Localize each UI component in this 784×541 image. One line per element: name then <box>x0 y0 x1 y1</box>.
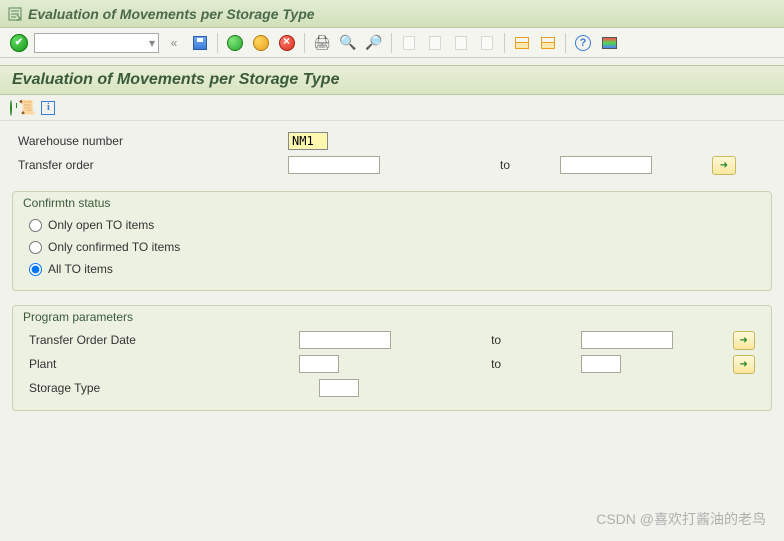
radio-row-all[interactable]: All TO items <box>29 258 755 280</box>
print-button[interactable]: 🖨 <box>311 32 333 54</box>
first-page-button[interactable] <box>398 32 420 54</box>
last-page-button[interactable] <box>476 32 498 54</box>
warehouse-number-input[interactable] <box>288 132 328 150</box>
transfer-order-date-from-input[interactable] <box>299 331 391 349</box>
radio-confirmed[interactable] <box>29 241 42 254</box>
radio-open-label: Only open TO items <box>48 218 154 232</box>
confirm-status-legend: Confirmtn status <box>13 192 771 212</box>
new-session-button[interactable] <box>511 32 533 54</box>
program-parameters-legend: Program parameters <box>13 306 771 326</box>
customize-button[interactable] <box>598 32 620 54</box>
plant-to-input[interactable] <box>581 355 621 373</box>
to-label: to <box>491 333 580 347</box>
menu-icon[interactable] <box>8 7 22 21</box>
to-label: to <box>491 357 580 371</box>
transfer-order-to-input[interactable] <box>560 156 652 174</box>
enter-button[interactable] <box>8 32 30 54</box>
confirm-status-group: Confirmtn status Only open TO items Only… <box>12 191 772 291</box>
window-title-bar: Evaluation of Movements per Storage Type <box>0 0 784 28</box>
to-label: to <box>500 158 560 172</box>
info-button[interactable]: i <box>41 101 55 115</box>
program-parameters-group: Program parameters Transfer Order Date t… <box>12 305 772 411</box>
radio-row-confirmed[interactable]: Only confirmed TO items <box>29 236 755 258</box>
plant-row: Plant to <box>29 352 755 376</box>
radio-all-label: All TO items <box>48 262 113 276</box>
radio-open[interactable] <box>29 219 42 232</box>
transfer-order-multiselect-button[interactable] <box>712 156 736 175</box>
transfer-order-date-multiselect-button[interactable] <box>733 331 755 350</box>
radio-all[interactable] <box>29 263 42 276</box>
warehouse-number-label: Warehouse number <box>18 134 288 148</box>
transfer-order-date-row: Transfer Order Date to <box>29 328 755 352</box>
radio-confirmed-label: Only confirmed TO items <box>48 240 180 254</box>
command-field[interactable]: ▾ <box>34 33 159 53</box>
selection-screen: Warehouse number Transfer order to Confi… <box>0 121 784 411</box>
screen-title: Evaluation of Movements per Storage Type <box>12 71 339 89</box>
layout-button[interactable] <box>537 32 559 54</box>
screen-header: Evaluation of Movements per Storage Type <box>0 65 784 95</box>
exit-button[interactable] <box>250 32 272 54</box>
get-variant-button[interactable]: 📜 <box>18 99 35 116</box>
application-toolbar: 📜 i <box>0 95 784 121</box>
next-page-button[interactable] <box>450 32 472 54</box>
history-back-icon[interactable]: « <box>163 32 185 54</box>
plant-label: Plant <box>29 357 299 371</box>
transfer-order-date-label: Transfer Order Date <box>29 333 299 347</box>
radio-row-open[interactable]: Only open TO items <box>29 214 755 236</box>
transfer-order-from-input[interactable] <box>288 156 380 174</box>
execute-button[interactable] <box>10 101 12 115</box>
cancel-button[interactable] <box>276 32 298 54</box>
storage-type-input[interactable] <box>319 379 359 397</box>
plant-multiselect-button[interactable] <box>733 355 755 374</box>
warehouse-number-row: Warehouse number <box>12 129 772 153</box>
storage-type-label: Storage Type <box>29 381 319 395</box>
prev-page-button[interactable] <box>424 32 446 54</box>
plant-from-input[interactable] <box>299 355 339 373</box>
save-button[interactable] <box>189 32 211 54</box>
window-title: Evaluation of Movements per Storage Type <box>28 6 315 22</box>
transfer-order-label: Transfer order <box>18 158 288 172</box>
back-button[interactable] <box>224 32 246 54</box>
storage-type-row: Storage Type <box>29 376 755 400</box>
watermark: CSDN @喜欢打酱油的老鸟 <box>596 509 766 529</box>
transfer-order-date-to-input[interactable] <box>581 331 673 349</box>
help-button[interactable]: ? <box>572 32 594 54</box>
transfer-order-row: Transfer order to <box>12 153 772 177</box>
find-next-button[interactable]: 🔎 <box>363 32 385 54</box>
system-toolbar: ▾ « 🖨 🔍 🔎 ? <box>0 28 784 58</box>
dropdown-icon: ▾ <box>149 36 155 50</box>
find-button[interactable]: 🔍 <box>337 32 359 54</box>
